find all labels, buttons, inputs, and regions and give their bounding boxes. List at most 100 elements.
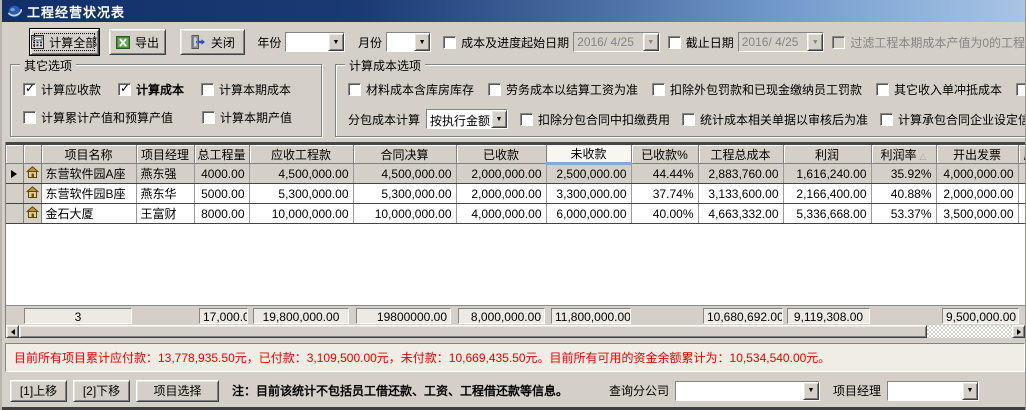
option-label: 计算成本 [136,81,184,98]
column-header[interactable]: 利润率△ [871,145,936,164]
column-header[interactable]: 未收款 [546,145,631,164]
option-clipped-checkbox[interactable] [1016,83,1026,96]
start-date-value: 2016/ 4/25 [574,33,643,51]
option-calc-period-cost[interactable]: 计算本期成本 [201,81,291,98]
column-header[interactable]: 项目名称 [41,145,136,164]
column-header[interactable]: 已收款 [456,145,546,164]
table-cell: 2,000,000.00 [456,184,546,204]
table-cell: 8000.00 [194,204,249,224]
project-select-button[interactable]: 项目选择 [136,380,219,402]
end-date-checkbox[interactable]: 截止日期 [668,34,734,51]
summary-profit: 9,119,308.00 [787,308,870,324]
month-select[interactable]: ▼ [386,32,431,52]
table-cell: 5000.00 [194,184,249,204]
row-indicator-cell [6,164,23,184]
month-value [387,33,414,51]
checkbox-box [652,83,665,96]
subcontract-method-value: 按执行金额 [427,110,491,128]
column-header[interactable]: 应 [1018,145,1025,164]
chevron-down-icon[interactable]: ▼ [803,382,819,400]
option-deduct-outsource-fines[interactable]: 扣除外包罚款和已现金缴纳员工罚款 [652,81,862,98]
grid-body: 项目名称项目经理总工程量应收工程款合同决算已收款未收款已收款%工程总成本利润利润… [6,145,1025,305]
option-calc-cumulative-output[interactable]: 计算累计产值和预算产值 [23,109,173,126]
checkbox-box [832,36,845,49]
house-icon [26,206,39,218]
footer-bar: [1]上移 [2]下移 项目选择 注：目前该统计不包括员工借还款、工资、工程借还… [2,374,1025,407]
scroll-right-button[interactable] [1012,325,1025,338]
checkbox-box [668,36,681,49]
option-calc-cost[interactable]: 计算成本 [118,81,184,98]
table-cell: 4,000,000.00 [456,204,546,224]
subcontract-cost-label: 分包成本计算 [348,111,420,128]
table-row[interactable]: 金石大厦王富财8000.0010,000,000.0010,000,000.00… [6,204,1025,224]
manager-select[interactable]: ▼ [887,381,979,401]
chevron-down-icon[interactable]: ▼ [328,33,344,51]
column-header[interactable]: 利润 [783,145,871,164]
move-down-button[interactable]: [2]下移 [73,380,130,402]
status-text: 目前所有项目累计应付款：13,778,935.50元，已付款：3,109,500… [14,349,830,366]
start-date-checkbox[interactable]: 成本及进度起始日期 [443,34,569,51]
checkbox-box [876,83,889,96]
close-button[interactable]: 关闭 [180,29,245,55]
checkbox-box [348,83,361,96]
chevron-down-icon[interactable]: ▼ [491,110,507,128]
branch-select[interactable]: ▼ [675,381,820,401]
column-header[interactable]: 应收工程款 [249,145,353,164]
table-cell: 4,000,000.00 [936,164,1018,184]
column-header[interactable]: 工程总成本 [698,145,783,164]
row-icon-cell [23,204,41,224]
table-cell: 2,500,000.00 [546,164,631,184]
title-bar: 工程经营状况表 [2,0,1025,22]
column-header[interactable]: 合同决算 [353,145,456,164]
table-cell: 4000.00 [194,164,249,184]
summary-row-count: 3 [24,308,132,324]
summary-unreceived: 11,800,000.00 [551,308,631,324]
end-date-value: 2016/ 4/25 [739,33,808,51]
export-button[interactable]: 导出 [109,29,167,55]
calc-all-label: 计算全部 [49,34,97,51]
option-label: 劳务成本以结算工资为准 [506,81,638,98]
status-panel: 目前所有项目累计应付款：13,778,935.50元，已付款：3,109,500… [5,343,1025,372]
option-label: 计算承包合同企业设定信息 [898,111,1026,128]
move-up-label: [1]上移 [20,382,57,399]
option-labor-by-settled-wage[interactable]: 劳务成本以结算工资为准 [488,81,638,98]
column-header[interactable]: 开出发票 [936,145,1018,164]
end-date-label: 截止日期 [686,34,734,51]
chevron-down-icon[interactable]: ▼ [962,382,978,400]
option-label: 材料成本含库房库存 [366,81,474,98]
table-cell: 4,663,332.00 [698,204,783,224]
other-options-group: 其它选项 计算应收款 计算成本 计算本期成本 计算累计产值和预算产值 计算 [10,64,322,137]
checkbox-box [1016,83,1026,96]
column-header[interactable]: 项目经理 [136,145,194,164]
option-material-includes-stock[interactable]: 材料成本含库房库存 [348,81,474,98]
table-row[interactable]: 东营软件园A座燕东强4000.004,500,000.004,500,000.0… [6,164,1025,184]
summary-settlement: 19800000.00 [356,308,451,324]
option-contract-enterprise-info[interactable]: 计算承包合同企业设定信息 [880,111,1026,128]
option-other-income-offset[interactable]: 其它收入单冲抵成本 [876,81,1002,98]
scrollbar-track[interactable] [927,325,1012,338]
column-header[interactable]: 已收款% [631,145,698,164]
checkbox-box [23,83,36,96]
option-label: 其它收入单冲抵成本 [894,81,1002,98]
table-cell: 6,000,000.00 [546,204,631,224]
table-cell: 53.37% [871,204,936,224]
move-up-button[interactable]: [1]上移 [10,380,67,402]
scrollbar-thumb[interactable] [19,325,927,338]
year-select[interactable]: ▼ [285,32,345,52]
option-calc-period-output[interactable]: 计算本期产值 [202,109,292,126]
column-header[interactable]: 总工程量 [194,145,249,164]
summary-row: 317,000.0019,800,000.0019800000.008,000,… [6,305,1025,325]
chevron-down-icon[interactable]: ▼ [414,33,430,51]
calc-all-button[interactable]: 计算全部 [30,29,99,55]
project-select-label: 项目选择 [153,382,201,399]
grid-table: 项目名称项目经理总工程量应收工程款合同决算已收款未收款已收款%工程总成本利润利润… [6,145,1025,224]
option-calc-receivable[interactable]: 计算应收款 [23,81,101,98]
cell-project-manager: 燕东强 [136,164,194,184]
table-row[interactable]: 东营软件园B座燕东华5000.005,300,000.005,300,000.0… [6,184,1025,204]
subcontract-method-select[interactable]: 按执行金额 ▼ [426,109,508,129]
option-deduct-subcontract-fees[interactable]: 扣除分包合同中扣缴费用 [520,111,670,128]
horizontal-scrollbar[interactable] [6,325,1025,338]
house-icon [26,166,39,178]
scroll-left-button[interactable] [6,325,19,338]
option-stats-after-audit[interactable]: 统计成本相关单据以审核后为准 [682,111,868,128]
